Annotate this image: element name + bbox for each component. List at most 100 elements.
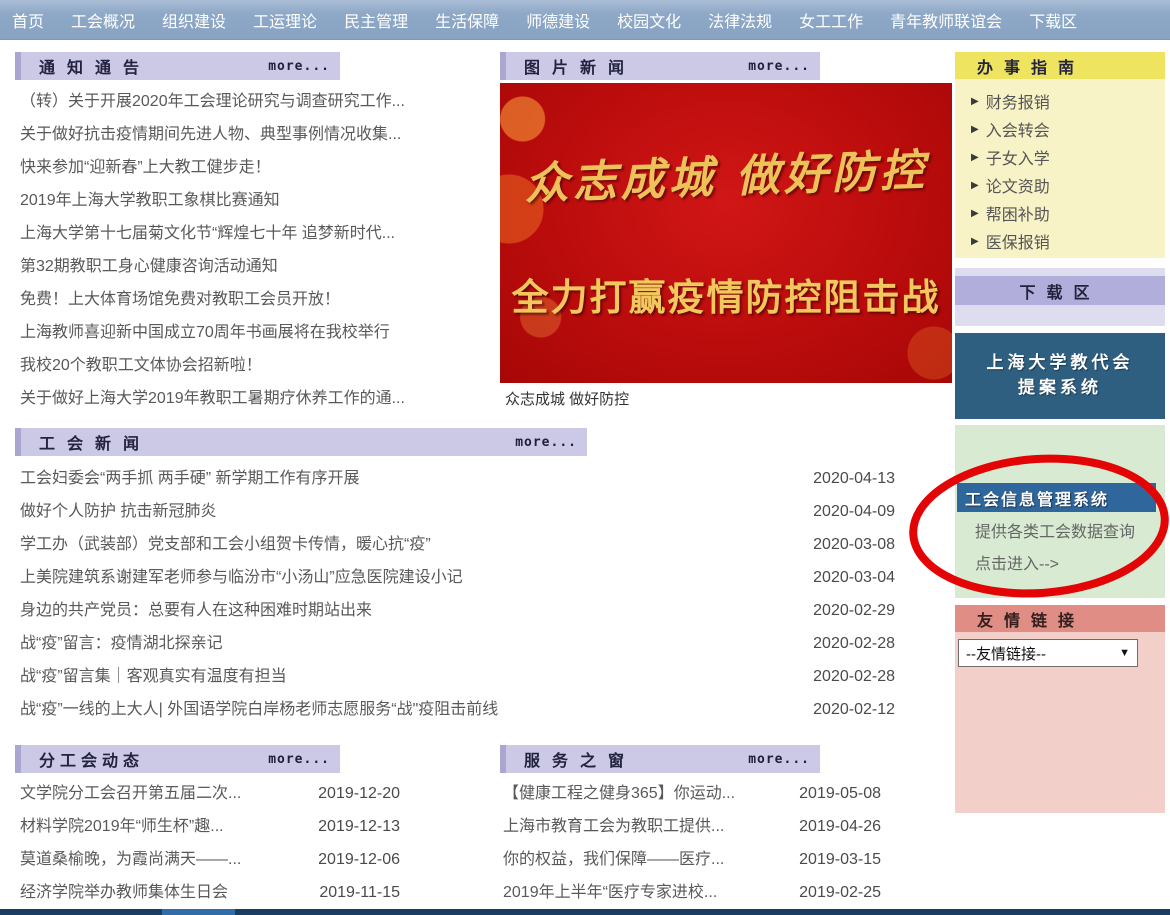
news-link[interactable]: 【健康工程之健身365】你运动... (503, 777, 781, 810)
branch-union-section-header: 分工会动态 more... (15, 745, 340, 773)
banner-slogan-line1: 众志成城 做好防控 (500, 133, 952, 213)
nav-item-organization[interactable]: 组织建设 (162, 8, 226, 32)
table-row: 做好个人防护 抗击新冠肺炎 2020-04-09 (20, 495, 895, 528)
nav-item-young-teachers[interactable]: 青年教师联谊会 (890, 8, 1002, 32)
list-item[interactable]: 快来参加“迎新春”上大教工健步走！ (20, 151, 485, 184)
triangle-bullet-icon: ▶ (971, 124, 979, 135)
service-window-list: 【健康工程之健身365】你运动... 2019-05-08 上海市教育工会为教职… (503, 777, 881, 909)
news-date: 2020-03-04 (785, 561, 895, 594)
photo-news-caption[interactable]: 众志成城 做好防控 (505, 388, 629, 409)
table-row: 你的权益，我们保障——医疗... 2019-03-15 (503, 843, 881, 876)
news-date: 2019-02-25 (781, 876, 881, 909)
news-date: 2020-02-12 (785, 693, 895, 726)
table-row: 战“疫”一线的上大人| 外国语学院白岸杨老师志愿服务“战"疫阻击前线 2020-… (20, 693, 895, 726)
news-link[interactable]: 材料学院2019年“师生杯”趣... (20, 810, 300, 843)
nav-item-downloads[interactable]: 下载区 (1029, 8, 1077, 32)
list-item[interactable]: （转）关于开展2020年工会理论研究与调查研究工作... (20, 85, 485, 118)
service-guide-header: 办事指南 (955, 52, 1165, 79)
list-item[interactable]: 第32期教职工身心健康咨询活动通知 (20, 250, 485, 283)
photo-news-section-header: 图片新闻 more... (500, 52, 820, 80)
list-item[interactable]: 我校20个教职工文体协会招新啦！ (20, 349, 485, 382)
news-date: 2020-02-28 (785, 660, 895, 693)
photo-news-more-link[interactable]: more... (748, 59, 810, 74)
news-date: 2020-02-28 (785, 627, 895, 660)
friend-links-select[interactable]: --友情链接-- ▼ (958, 639, 1138, 667)
news-link[interactable]: 战“疫”留言：疫情湖北探亲记 (20, 627, 785, 660)
list-item[interactable]: 关于做好抗击疫情期间先进人物、典型事例情况收集... (20, 118, 485, 151)
nav-item-union-overview[interactable]: 工会概况 (71, 8, 135, 32)
nav-item-labor-theory[interactable]: 工运理论 (253, 8, 317, 32)
list-item[interactable]: 2019年上海大学教职工象棋比赛通知 (20, 184, 485, 217)
proposal-system-banner[interactable]: 上海大学教代会 提案系统 (955, 333, 1165, 419)
branch-union-more-link[interactable]: more... (268, 752, 330, 767)
news-link[interactable]: 做好个人防护 抗击新冠肺炎 (20, 495, 785, 528)
footer-bar (0, 909, 1170, 915)
triangle-bullet-icon: ▶ (971, 96, 979, 107)
triangle-bullet-icon: ▶ (971, 236, 979, 247)
union-info-system-link[interactable]: 工会信息管理系统 (957, 483, 1156, 512)
news-link[interactable]: 2019年上半年“医疗专家进校... (503, 876, 781, 909)
proposal-system-line2: 提案系统 (1018, 376, 1102, 401)
union-news-section-header: 工会新闻 more... (15, 428, 587, 456)
guide-item-medical-reimburse[interactable]: ▶ 医保报销 (971, 227, 1165, 255)
union-news-more-link[interactable]: more... (515, 435, 577, 450)
table-row: 身边的共产党员：总要有人在这种困难时期站出来 2020-02-29 (20, 594, 895, 627)
news-date: 2019-05-08 (781, 777, 881, 810)
download-zone-title: 下载区 (1019, 279, 1100, 303)
triangle-bullet-icon: ▶ (971, 152, 979, 163)
friend-links-title: 友情链接 (977, 607, 1085, 631)
guide-item-children-school[interactable]: ▶ 子女入学 (971, 143, 1165, 171)
news-link[interactable]: 你的权益，我们保障——医疗... (503, 843, 781, 876)
guide-item-finance[interactable]: ▶ 财务报销 (971, 87, 1165, 115)
table-row: 【健康工程之健身365】你运动... 2019-05-08 (503, 777, 881, 810)
news-link[interactable]: 莫道桑榆晚，为霞尚满天——... (20, 843, 300, 876)
footer-highlight-segment (162, 909, 235, 915)
table-row: 2019年上半年“医疗专家进校... 2019-02-25 (503, 876, 881, 909)
banner-slogan-line2: 全力打赢疫情防控阻击战 (500, 267, 952, 321)
nav-item-women-work[interactable]: 女工工作 (799, 8, 863, 32)
service-window-more-link[interactable]: more... (748, 752, 810, 767)
service-window-title: 服务之窗 (524, 747, 636, 771)
nav-item-campus-culture[interactable]: 校园文化 (617, 8, 681, 32)
news-date: 2019-04-26 (781, 810, 881, 843)
news-link[interactable]: 上美院建筑系谢建军老师参与临汾市“小汤山”应急医院建设小记 (20, 561, 785, 594)
nav-item-democratic-management[interactable]: 民主管理 (344, 8, 408, 32)
news-link[interactable]: 身边的共产党员：总要有人在这种困难时期站出来 (20, 594, 785, 627)
table-row: 上海市教育工会为教职工提供... 2019-04-26 (503, 810, 881, 843)
guide-item-hardship-subsidy[interactable]: ▶ 帮困补助 (971, 199, 1165, 227)
list-item[interactable]: 上海教师喜迎新中国成立70周年书画展将在我校举行 (20, 316, 485, 349)
table-row: 学工办（武装部）党支部和工会小组贺卡传情，暖心抗“疫” 2020-03-08 (20, 528, 895, 561)
friend-links-header: 友情链接 (955, 605, 1165, 632)
news-link[interactable]: 文学院分工会召开第五届二次... (20, 777, 300, 810)
news-link[interactable]: 战“疫”一线的上大人| 外国语学院白岸杨老师志愿服务“战"疫阻击前线 (20, 693, 785, 726)
news-link[interactable]: 工会妇委会“两手抓 两手硬” 新学期工作有序开展 (20, 462, 785, 495)
proposal-system-line1: 上海大学教代会 (987, 351, 1134, 376)
list-item[interactable]: 上海大学第十七届菊文化节“辉煌七十年 追梦新时代... (20, 217, 485, 250)
nav-item-life-security[interactable]: 生活保障 (435, 8, 499, 32)
list-item[interactable]: 免费！上大体育场馆免费对教职工会员开放！ (20, 283, 485, 316)
dropdown-arrow-icon: ▼ (1119, 647, 1130, 659)
notices-more-link[interactable]: more... (268, 59, 330, 74)
news-link[interactable]: 战“疫”留言集｜客观真实有温度有担当 (20, 660, 785, 693)
notices-list: （转）关于开展2020年工会理论研究与调查研究工作... 关于做好抗击疫情期间先… (20, 85, 485, 415)
guide-item-paper-funding[interactable]: ▶ 论文资助 (971, 171, 1165, 199)
nav-item-teacher-ethics[interactable]: 师德建设 (526, 8, 590, 32)
union-info-system-enter-link[interactable]: 点击进入--> (975, 549, 1135, 581)
photo-news-banner[interactable]: 众志成城 做好防控 全力打赢疫情防控阻击战 (500, 83, 952, 383)
nav-item-home[interactable]: 首页 (12, 8, 44, 32)
table-row: 文学院分工会召开第五届二次... 2019-12-20 (20, 777, 400, 810)
union-news-list: 工会妇委会“两手抓 两手硬” 新学期工作有序开展 2020-04-13 做好个人… (20, 462, 895, 726)
service-guide-title: 办事指南 (977, 54, 1085, 78)
table-row: 经济学院举办教师集体生日会 2019-11-15 (20, 876, 400, 909)
triangle-bullet-icon: ▶ (971, 208, 979, 219)
list-item[interactable]: 关于做好上海大学2019年教职工暑期疗休养工作的通... (20, 382, 485, 415)
news-link[interactable]: 学工办（武装部）党支部和工会小组贺卡传情，暖心抗“疫” (20, 528, 785, 561)
union-news-title: 工会新闻 (39, 430, 151, 454)
news-link[interactable]: 上海市教育工会为教职工提供... (503, 810, 781, 843)
news-date: 2020-02-29 (785, 594, 895, 627)
news-link[interactable]: 经济学院举办教师集体生日会 (20, 876, 300, 909)
guide-item-membership[interactable]: ▶ 入会转会 (971, 115, 1165, 143)
nav-item-laws[interactable]: 法律法规 (708, 8, 772, 32)
download-zone-box: 下载区 (955, 268, 1165, 326)
download-zone-header[interactable]: 下载区 (955, 276, 1165, 305)
